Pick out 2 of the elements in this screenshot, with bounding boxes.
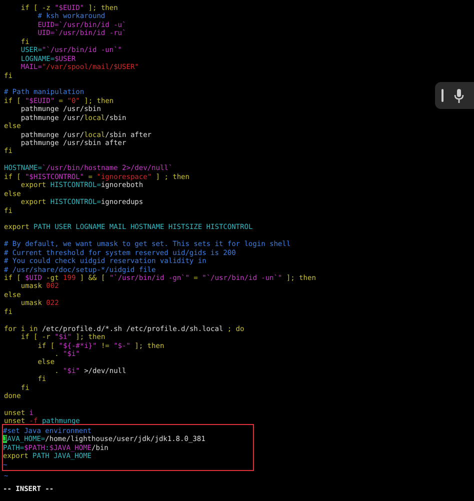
- text-cursor-icon[interactable]: [441, 89, 444, 102]
- microphone-icon[interactable]: [454, 88, 464, 102]
